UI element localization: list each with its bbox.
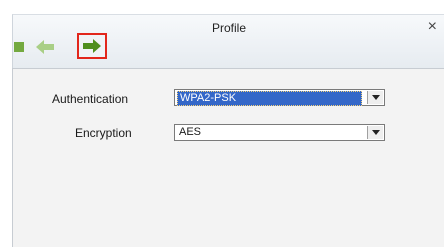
back-button[interactable] — [33, 37, 57, 57]
forward-button[interactable] — [77, 33, 107, 59]
stop-icon[interactable] — [14, 42, 24, 52]
chevron-down-icon[interactable] — [367, 91, 383, 104]
forward-arrow-icon — [83, 39, 101, 53]
profile-window: Profile × Authentication WPA2-PSK Encryp… — [0, 0, 444, 247]
chevron-down-icon[interactable] — [367, 126, 383, 139]
authentication-value: WPA2-PSK — [177, 91, 362, 106]
encryption-value: AES — [179, 126, 202, 138]
authentication-label: Authentication — [52, 92, 129, 106]
close-icon[interactable]: × — [428, 19, 437, 35]
encryption-select[interactable]: AES — [174, 124, 385, 141]
back-arrow-icon — [36, 40, 54, 54]
authentication-select[interactable]: WPA2-PSK — [174, 89, 385, 106]
encryption-label: Encryption — [75, 126, 132, 140]
